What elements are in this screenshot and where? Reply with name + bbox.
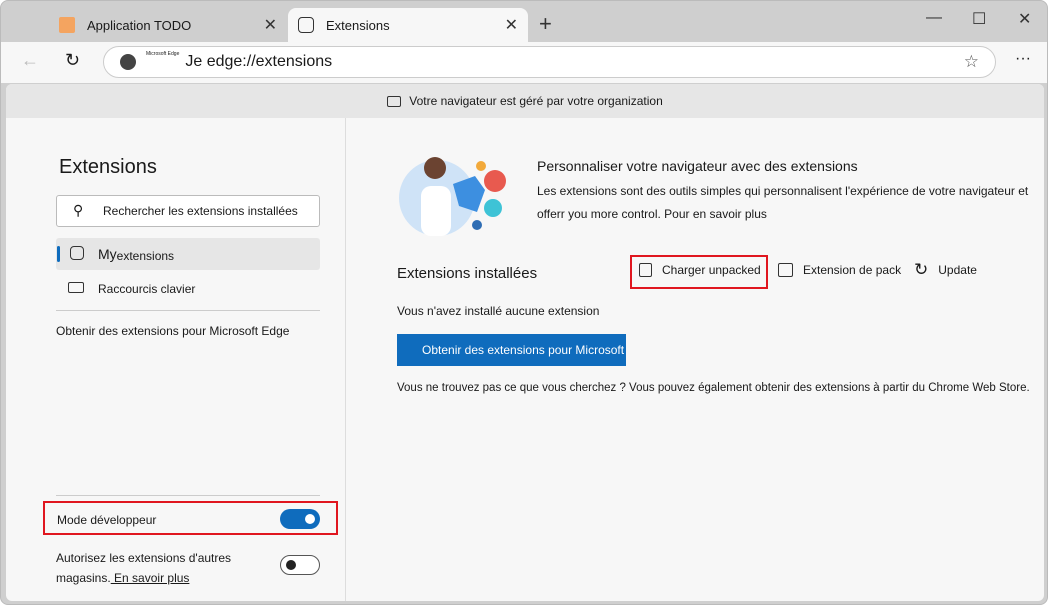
get-extensions-link[interactable]: Obtenir des extensions pour Microsoft Ed… <box>56 324 289 338</box>
sidebar: Extensions ⚲ Rechercher les extensions i… <box>6 118 346 601</box>
search-input[interactable]: ⚲ Rechercher les extensions installées <box>56 195 320 227</box>
clipboard-icon <box>59 17 75 33</box>
keyboard-icon <box>68 282 84 293</box>
refresh-icon: ↻ <box>914 260 929 279</box>
pack-label: Extension de pack <box>803 263 902 277</box>
get-extensions-button[interactable]: Obtenir des extensions pour Microsoft Ed… <box>397 334 626 366</box>
learn-more-link[interactable]: En savoir plus <box>111 571 189 585</box>
nav-label: Raccourcis clavier <box>98 282 196 296</box>
tab-todo[interactable]: Application TODO ✕ <box>45 8 287 42</box>
button-label: Obtenir des extensions pour Microsoft Ed… <box>422 343 626 357</box>
address-bar[interactable]: Microsoft Edge Je edge://extensions ☆ <box>103 46 996 78</box>
new-tab-icon[interactable]: + <box>539 11 552 37</box>
extensions-page: Votre navigateur est géré par votre orga… <box>6 84 1044 601</box>
sidebar-title: Extensions <box>59 156 157 178</box>
update-label: Update <box>938 263 977 277</box>
installed-title: Extensions installées <box>397 265 538 282</box>
sidebar-item-my-extensions[interactable]: My extensions <box>56 238 320 270</box>
promo-text: Les extensions sont des outils simples q… <box>537 184 1029 221</box>
banner-text: Votre navigateur est géré par votre orga… <box>409 94 663 108</box>
allow-other-stores-label: Autorisez les extensions d'autres magasi… <box>56 548 266 588</box>
briefcase-icon <box>387 95 402 107</box>
update-button[interactable]: ↻ Update <box>914 260 977 280</box>
close-tab-icon[interactable]: ✕ <box>505 15 518 35</box>
pack-icon <box>778 263 793 277</box>
load-unpacked-button[interactable]: Charger unpacked <box>639 263 761 277</box>
pack-extension-button[interactable]: Extension de pack <box>778 263 901 277</box>
box-icon <box>639 263 652 277</box>
promo-title: Personnaliser votre navigateur avec des … <box>537 158 858 174</box>
back-icon[interactable]: ← <box>21 50 39 71</box>
search-placeholder: Rechercher les extensions installées <box>103 204 298 218</box>
edge-icon <box>120 54 136 70</box>
nav-label: extensions <box>116 248 175 263</box>
refresh-icon[interactable]: ↻ <box>65 50 80 71</box>
maximize-icon[interactable]: ☐ <box>972 9 986 29</box>
sidebar-item-shortcuts[interactable]: Raccourcis clavier <box>68 278 318 300</box>
tab-label: Extensions <box>326 17 390 33</box>
divider <box>56 495 320 496</box>
more-icon[interactable]: ··· <box>1015 50 1031 68</box>
allow-other-stores-toggle[interactable] <box>280 555 320 575</box>
toolbar: ← ↻ Microsoft Edge Je edge://extensions … <box>1 42 1047 83</box>
browser-window: Application TODO ✕ Extensions ✕ + — ☐ ✕ … <box>0 0 1048 605</box>
main-content: Personnaliser votre navigateur avec des … <box>347 118 1044 601</box>
promo-illustration <box>399 157 506 236</box>
puzzle-icon <box>70 246 84 260</box>
tab-label: Application TODO <box>87 17 192 33</box>
close-tab-icon[interactable]: ✕ <box>264 15 277 35</box>
puzzle-icon <box>298 17 314 33</box>
no-extensions-text: Vous n'avez installé aucune extension <box>397 304 600 318</box>
close-window-icon[interactable]: ✕ <box>1018 9 1031 29</box>
address-url: Je edge://extensions <box>185 53 333 70</box>
chrome-store-text[interactable]: Vous ne trouvez pas ce que vous cherchez… <box>397 382 1030 394</box>
favorite-star-icon[interactable]: ☆ <box>964 52 979 72</box>
developer-mode-toggle[interactable] <box>280 509 320 529</box>
search-icon: ⚲ <box>73 202 84 218</box>
load-unpacked-label: Charger unpacked <box>662 263 761 277</box>
minimize-icon[interactable]: — <box>926 9 942 27</box>
nav-label: My <box>98 246 117 262</box>
tab-extensions[interactable]: Extensions ✕ <box>288 8 528 42</box>
managed-banner: Votre navigateur est géré par votre orga… <box>6 84 1044 118</box>
developer-mode-label: Mode développeur <box>57 513 157 527</box>
address-prefix: Microsoft Edge <box>146 51 180 57</box>
divider <box>56 310 320 311</box>
